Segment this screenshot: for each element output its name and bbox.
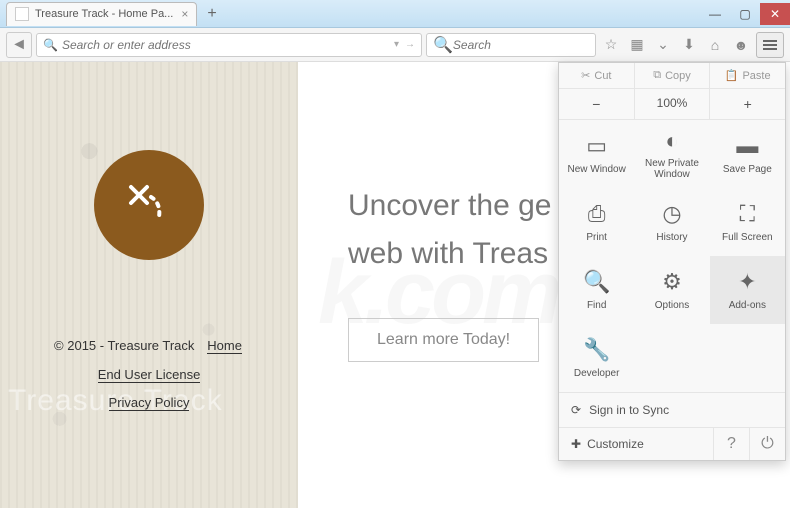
tab-close-icon[interactable]: × — [181, 7, 188, 21]
power-button[interactable]: ⏻ — [749, 428, 785, 460]
search-bar[interactable]: 🔍 — [426, 33, 596, 57]
menu-footer: ✚Customize ? ⏻ — [559, 427, 785, 460]
home-link[interactable]: Home — [207, 338, 242, 354]
search-icon: 🔍 — [433, 35, 453, 55]
privacy-link[interactable]: Privacy Policy — [109, 395, 190, 411]
hamburger-menu-panel: ✂Cut ⧉Copy 📋Paste − 100% + ▭New Window ◐… — [558, 62, 786, 461]
star-icon[interactable]: ☆ — [600, 34, 622, 56]
treasure-logo — [94, 150, 204, 260]
gear-icon: ⚙ — [662, 270, 682, 296]
chat-icon[interactable]: ☻ — [730, 34, 752, 56]
copyright-text: © 2015 - Treasure Track — [54, 338, 194, 353]
address-bar[interactable]: 🔍 ▾ → — [36, 33, 422, 57]
new-window-button[interactable]: ▭New Window — [559, 120, 634, 188]
find-button[interactable]: 🔍Find — [559, 256, 634, 324]
nav-toolbar: ◄ 🔍 ▾ → 🔍 ☆ ▦ ⌄ ⬇ ⌂ ☻ — [0, 28, 790, 62]
paste-button[interactable]: 📋Paste — [710, 63, 785, 88]
mask-icon: ◐ — [665, 128, 678, 154]
menu-zoom-row: − 100% + — [559, 89, 785, 120]
browser-tab[interactable]: Treasure Track - Home Pa... × — [6, 2, 197, 26]
eula-link[interactable]: End User License — [98, 367, 201, 383]
sync-icon: ⟳ — [571, 403, 581, 417]
copy-icon: ⧉ — [653, 69, 661, 82]
developer-button[interactable]: 🔧Developer — [559, 324, 634, 392]
print-button[interactable]: ⎙Print — [559, 188, 634, 256]
pocket-icon[interactable]: ⌄ — [652, 34, 674, 56]
new-private-window-button[interactable]: ◐New Private Window — [634, 120, 709, 188]
plus-icon: ✚ — [571, 437, 581, 451]
minimize-button[interactable]: — — [700, 3, 730, 25]
cut-icon: ✂ — [581, 69, 590, 82]
maximize-button[interactable]: ▢ — [730, 3, 760, 25]
search-input[interactable] — [453, 38, 589, 52]
window-icon: ▭ — [586, 134, 607, 160]
window-controls: — ▢ ✕ — [700, 3, 790, 25]
options-button[interactable]: ⚙Options — [634, 256, 709, 324]
cut-button[interactable]: ✂Cut — [559, 63, 635, 88]
fullscreen-icon: ⛶ — [740, 202, 755, 228]
addons-button[interactable]: ✦Add-ons — [710, 256, 785, 324]
puzzle-icon: ✦ — [738, 270, 756, 296]
dropdown-icon[interactable]: ▾ — [394, 39, 399, 50]
new-tab-button[interactable]: + — [201, 5, 222, 23]
back-button[interactable]: ◄ — [6, 32, 32, 58]
zoom-in-button[interactable]: + — [710, 89, 785, 119]
search-icon: 🔍 — [43, 38, 58, 52]
save-page-button[interactable]: ▬Save Page — [710, 120, 785, 188]
paste-icon: 📋 — [725, 69, 739, 82]
zoom-level: 100% — [635, 89, 711, 119]
print-icon: ⎙ — [588, 202, 606, 228]
tab-title: Treasure Track - Home Pa... — [35, 8, 173, 20]
customize-button[interactable]: ✚Customize — [559, 428, 713, 460]
menu-edit-row: ✂Cut ⧉Copy 📋Paste — [559, 63, 785, 89]
sync-button[interactable]: ⟳Sign in to Sync — [559, 392, 785, 427]
address-input[interactable] — [62, 38, 390, 52]
menu-grid: ▭New Window ◐New Private Window ▬Save Pa… — [559, 120, 785, 392]
wrench-icon: 🔧 — [583, 338, 610, 364]
fullscreen-button[interactable]: ⛶Full Screen — [710, 188, 785, 256]
zoom-out-button[interactable]: − — [559, 89, 635, 119]
window-titlebar: Treasure Track - Home Pa... × + — ▢ ✕ — [0, 0, 790, 28]
clipboard-icon[interactable]: ▦ — [626, 34, 648, 56]
copy-button[interactable]: ⧉Copy — [635, 63, 711, 88]
page-sidebar: Treasure Track © 2015 - Treasure Track H… — [0, 62, 298, 508]
menu-button[interactable] — [756, 32, 784, 58]
find-icon: 🔍 — [583, 270, 610, 296]
history-icon: ◷ — [662, 202, 681, 228]
downloads-icon[interactable]: ⬇ — [678, 34, 700, 56]
learn-more-button[interactable]: Learn more Today! — [348, 318, 539, 362]
footer-links: © 2015 - Treasure Track Home End User Li… — [0, 332, 298, 418]
help-button[interactable]: ? — [713, 428, 749, 460]
close-window-button[interactable]: ✕ — [760, 3, 790, 25]
tab-favicon — [15, 7, 29, 21]
history-button[interactable]: ◷History — [634, 188, 709, 256]
save-icon: ▬ — [736, 134, 758, 160]
go-icon[interactable]: → — [405, 39, 415, 50]
home-icon[interactable]: ⌂ — [704, 34, 726, 56]
